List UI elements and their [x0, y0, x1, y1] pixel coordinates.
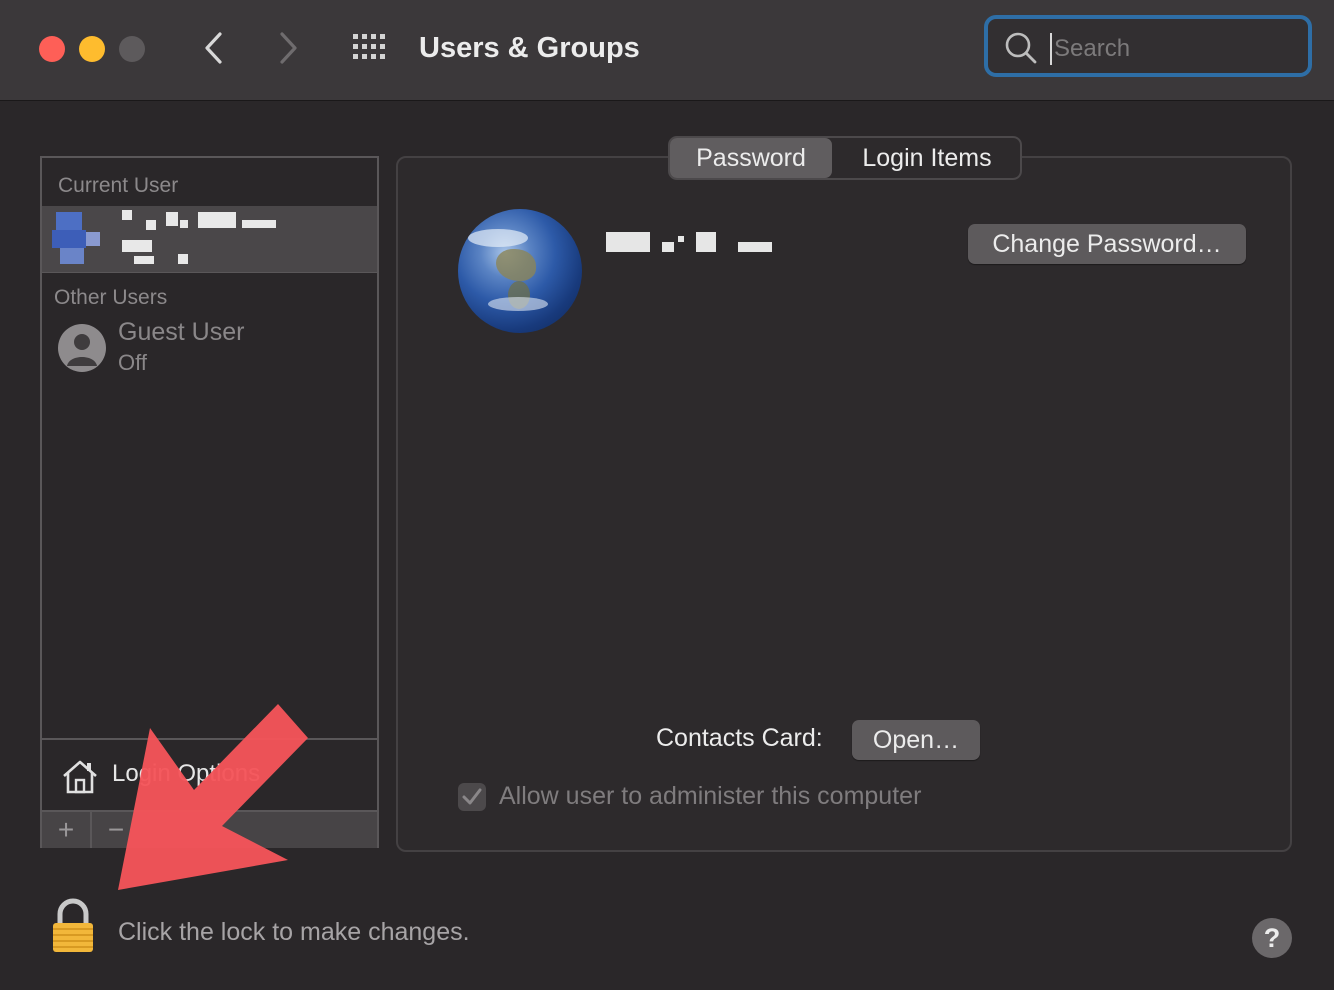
- home-icon: [63, 760, 97, 794]
- search-placeholder: Search: [1054, 35, 1131, 62]
- current-user-row[interactable]: [42, 206, 377, 273]
- tab-password[interactable]: Password: [670, 138, 832, 178]
- guest-user-row[interactable]: Guest User Off: [42, 318, 377, 378]
- search-icon: [1005, 32, 1037, 64]
- search-field[interactable]: Search: [984, 15, 1312, 77]
- person-icon: [67, 334, 97, 366]
- guest-avatar: [58, 324, 106, 372]
- guest-user-name: Guest User: [118, 318, 245, 346]
- add-user-button[interactable]: +: [42, 812, 92, 848]
- chevron-left-icon: [205, 32, 222, 64]
- admin-checkbox[interactable]: [458, 783, 486, 811]
- title-bar: Users & Groups Search: [0, 0, 1334, 101]
- zoom-window-button[interactable]: [119, 36, 145, 62]
- close-window-button[interactable]: [39, 36, 65, 62]
- checkmark-icon: [462, 788, 482, 805]
- grid-icon: [353, 34, 385, 59]
- contacts-card-label: Contacts Card:: [656, 724, 823, 752]
- tab-bar: Password Login Items: [668, 136, 1022, 180]
- help-button[interactable]: ?: [1252, 918, 1292, 958]
- lock-icon[interactable]: [50, 898, 96, 954]
- forward-button[interactable]: [268, 28, 308, 68]
- chevron-right-icon: [280, 32, 297, 64]
- show-all-button[interactable]: [350, 30, 390, 66]
- other-users-heading: Other Users: [54, 286, 168, 309]
- window-title: Users & Groups: [419, 32, 640, 64]
- annotation-arrow: [118, 704, 308, 890]
- admin-checkbox-label: Allow user to administer this computer: [499, 782, 922, 810]
- lock-hint-text: Click the lock to make changes.: [118, 918, 470, 946]
- guest-user-status: Off: [118, 350, 147, 375]
- change-password-button[interactable]: Change Password…: [968, 224, 1246, 264]
- minimize-window-button[interactable]: [79, 36, 105, 62]
- open-contacts-button[interactable]: Open…: [852, 720, 980, 760]
- back-button[interactable]: [194, 28, 234, 68]
- current-user-heading: Current User: [58, 174, 179, 197]
- tab-login-items[interactable]: Login Items: [834, 138, 1020, 178]
- text-cursor: [1050, 33, 1052, 65]
- user-avatar-picture[interactable]: [458, 209, 582, 333]
